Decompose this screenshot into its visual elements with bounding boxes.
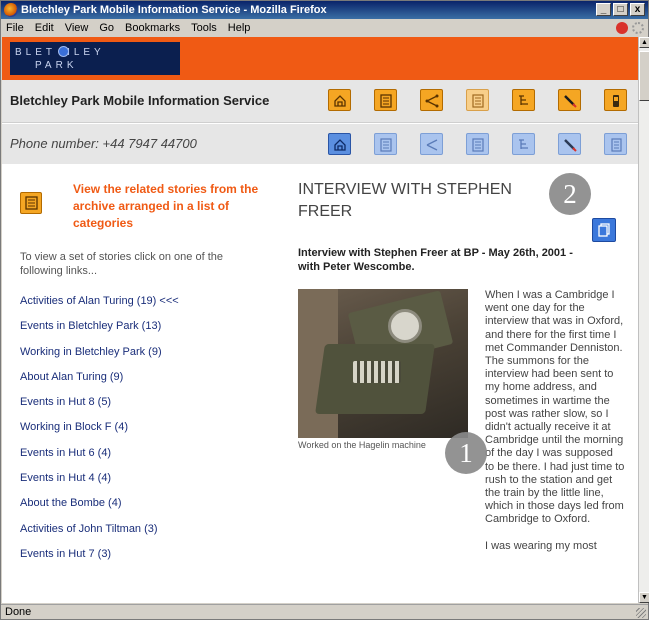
pen-icon bbox=[564, 95, 577, 108]
menu-bar: File Edit View Go Bookmarks Tools Help bbox=[1, 19, 648, 37]
tree-icon bbox=[519, 139, 528, 149]
mobile-phone-icon bbox=[613, 95, 619, 107]
menu-help[interactable]: Help bbox=[223, 19, 257, 37]
site-logo[interactable]: BLET HLEY PARK bbox=[10, 42, 180, 75]
category-link[interactable]: Working in Bletchley Park (9) bbox=[20, 346, 179, 371]
service-row: Bletchley Park Mobile Information Servic… bbox=[2, 80, 638, 123]
category-link[interactable]: About the Bombe (4) bbox=[20, 497, 179, 522]
scroll-down-arrow[interactable]: ▼ bbox=[639, 592, 649, 603]
related-heading: View the related stories from the archiv… bbox=[73, 182, 259, 230]
article-subtitle: Interview with Stephen Freer at BP - May… bbox=[298, 247, 573, 273]
home-button[interactable] bbox=[328, 89, 351, 111]
connections-button-secondary[interactable] bbox=[420, 133, 443, 155]
copy-button[interactable] bbox=[592, 218, 616, 242]
article: Interview with Stephen Freer Interview w… bbox=[290, 164, 638, 603]
category-link[interactable]: Working in Block F (4) bbox=[20, 421, 179, 446]
article-title: Interview with Stephen Freer bbox=[298, 181, 512, 220]
stop-icon[interactable] bbox=[616, 22, 628, 34]
callout-badge-2: 2 bbox=[549, 173, 591, 215]
callout-badge-1: 1 bbox=[445, 432, 487, 474]
menu-edit[interactable]: Edit bbox=[30, 19, 60, 37]
category-link[interactable]: About Alan Turing (9) bbox=[20, 371, 179, 396]
article-paragraph: I was wearing my most bbox=[485, 539, 597, 552]
category-link[interactable]: Events in Hut 8 (5) bbox=[20, 396, 179, 421]
category-link[interactable]: Activities of John Tiltman (3) bbox=[20, 523, 179, 548]
home-icon bbox=[334, 139, 346, 151]
menu-go[interactable]: Go bbox=[94, 19, 120, 37]
article-body: When I was a Cambridge I went one day fo… bbox=[485, 289, 625, 566]
service-title: Bletchley Park Mobile Information Servic… bbox=[10, 93, 270, 108]
tree-icon bbox=[519, 95, 528, 105]
related-panel: View the related stories from the archiv… bbox=[2, 164, 280, 603]
tree-button[interactable] bbox=[512, 89, 535, 111]
document-icon bbox=[380, 138, 392, 152]
article-paragraph: When I was a Cambridge I went one day fo… bbox=[485, 289, 625, 526]
pen-button-secondary[interactable] bbox=[558, 133, 581, 155]
phone-number: Phone number: +44 7947 44700 bbox=[10, 136, 197, 151]
menu-tools[interactable]: Tools bbox=[186, 19, 223, 37]
throbber-icon bbox=[632, 22, 644, 34]
document-icon bbox=[380, 94, 392, 108]
scroll-thumb[interactable] bbox=[639, 51, 649, 101]
window-title: Bletchley Park Mobile Information Servic… bbox=[21, 4, 327, 16]
category-link[interactable]: Events in Hut 6 (4) bbox=[20, 447, 179, 472]
browser-window: Bletchley Park Mobile Information Servic… bbox=[0, 0, 649, 620]
connections-icon bbox=[425, 94, 439, 108]
category-link[interactable]: Activities of Alan Turing (19) <<< bbox=[20, 295, 179, 320]
category-hint: To view a set of stories click on one of… bbox=[20, 251, 223, 277]
resize-grip[interactable] bbox=[636, 608, 646, 618]
firefox-icon bbox=[4, 3, 18, 17]
copy-icon bbox=[598, 223, 610, 237]
home-button-secondary[interactable] bbox=[328, 133, 351, 155]
minimize-button[interactable]: _ bbox=[596, 3, 611, 16]
document-button-secondary[interactable] bbox=[374, 133, 397, 155]
status-text: Done bbox=[5, 606, 32, 618]
category-link[interactable]: Events in Hut 7 (3) bbox=[20, 548, 179, 573]
document-stack-icon bbox=[611, 138, 622, 152]
page-viewport: BLET HLEY PARK Bletchley Park Mobile Inf… bbox=[2, 37, 638, 603]
list-icon bbox=[20, 192, 42, 214]
secondary-icon-bar bbox=[328, 133, 638, 155]
category-list: Activities of Alan Turing (19) <<< Event… bbox=[20, 295, 179, 573]
mobile-button[interactable] bbox=[604, 89, 627, 111]
title-bar: Bletchley Park Mobile Information Servic… bbox=[1, 1, 648, 19]
maximize-button[interactable]: □ bbox=[613, 3, 628, 16]
logo-mark-icon bbox=[58, 46, 69, 57]
category-link[interactable]: Events in Hut 4 (4) bbox=[20, 472, 179, 497]
menu-view[interactable]: View bbox=[60, 19, 95, 37]
site-header: BLET HLEY PARK bbox=[2, 37, 638, 80]
document-button[interactable] bbox=[374, 89, 397, 111]
category-link[interactable]: Events in Bletchley Park (13) bbox=[20, 320, 179, 345]
connections-icon bbox=[426, 139, 438, 151]
primary-icon-bar bbox=[328, 89, 638, 111]
phone-row: Phone number: +44 7947 44700 bbox=[2, 124, 638, 164]
menu-bookmarks[interactable]: Bookmarks bbox=[120, 19, 186, 37]
pen-button[interactable] bbox=[558, 89, 581, 111]
vertical-scrollbar[interactable]: ▲ ▼ bbox=[638, 37, 649, 603]
menu-file[interactable]: File bbox=[1, 19, 30, 37]
list-icon bbox=[472, 138, 484, 152]
home-icon bbox=[334, 95, 346, 107]
connections-button[interactable] bbox=[420, 89, 443, 111]
hagelin-machine-photo bbox=[298, 289, 468, 438]
pen-icon bbox=[564, 139, 577, 152]
status-bar: Done bbox=[1, 604, 648, 620]
list-button[interactable] bbox=[466, 89, 489, 111]
list-button-secondary[interactable] bbox=[466, 133, 489, 155]
close-button[interactable]: x bbox=[630, 3, 645, 16]
document-stack-button-secondary[interactable] bbox=[604, 133, 627, 155]
tree-button-secondary[interactable] bbox=[512, 133, 535, 155]
list-icon bbox=[472, 94, 484, 108]
scroll-up-arrow[interactable]: ▲ bbox=[639, 37, 649, 48]
